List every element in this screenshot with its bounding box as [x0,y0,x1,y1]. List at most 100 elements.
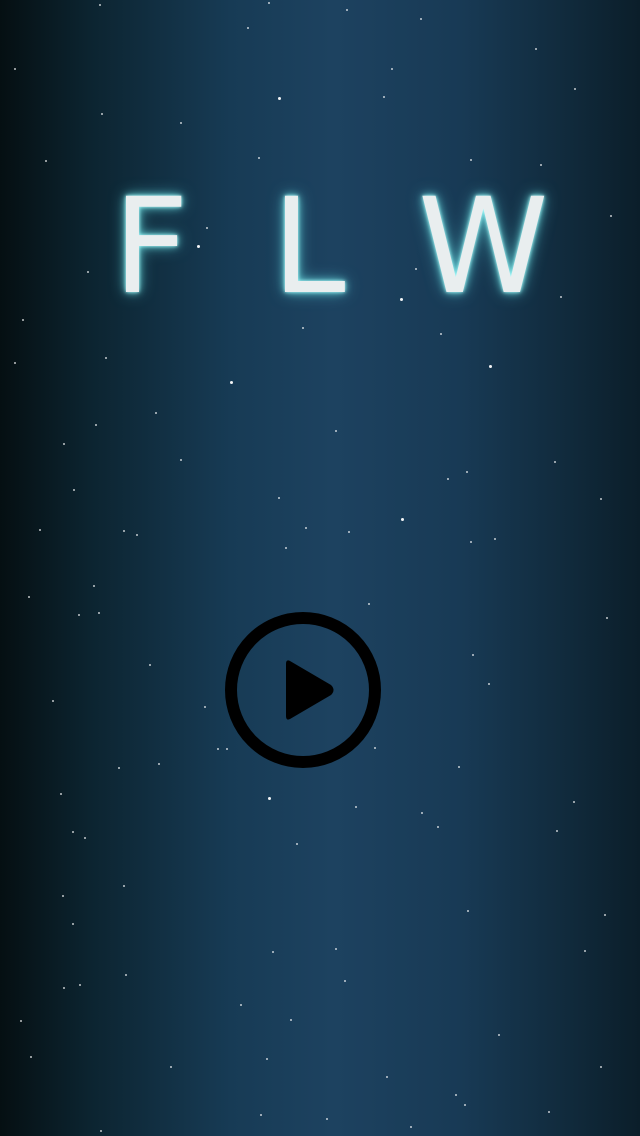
star [554,461,556,463]
star [368,603,370,605]
star [326,1118,328,1120]
star [305,527,307,529]
star [494,538,496,540]
star [421,812,423,814]
star [30,1056,32,1058]
star [247,27,249,29]
star [447,478,449,480]
star [84,837,86,839]
title-letter: F [113,170,189,324]
star [467,910,469,912]
star [606,617,608,619]
star [573,801,575,803]
star [498,1034,500,1036]
star [335,948,337,950]
star [118,767,120,769]
star [272,951,274,953]
star [93,585,95,587]
star [335,430,337,432]
star [348,531,350,533]
play-icon [225,612,381,768]
star [285,547,287,549]
star [158,763,160,765]
star [410,1126,412,1128]
star [437,826,439,828]
play-button[interactable] [223,610,383,770]
star [52,700,54,702]
star [290,1019,292,1021]
star [302,327,304,329]
star [95,424,97,426]
star [548,1111,550,1113]
star [258,157,260,159]
star [401,518,404,521]
star [600,498,602,500]
star [155,412,157,414]
star [472,654,474,656]
star [20,1020,22,1022]
star [540,164,542,166]
star [584,950,586,952]
star [123,530,125,532]
star [556,830,558,832]
star [99,4,101,6]
star [100,1130,102,1132]
star [149,664,151,666]
star [266,1058,268,1060]
star [386,1076,388,1078]
star [170,1066,172,1068]
star [346,9,348,11]
star [455,1094,457,1096]
star [466,471,468,473]
star [230,381,233,384]
star [63,443,65,445]
star [470,541,472,543]
title-letter: L [272,170,346,324]
star [420,18,422,20]
star [278,497,280,499]
star [383,96,385,98]
star [458,766,460,768]
star [268,2,270,4]
star [101,113,103,115]
star [45,160,47,162]
title-letter: W [418,170,549,324]
star [72,831,74,833]
star [180,122,182,124]
star [78,614,80,616]
star [268,797,271,800]
star [464,1104,466,1106]
star [123,885,125,887]
star [574,88,576,90]
star [79,984,81,986]
star [63,987,65,989]
star [98,612,100,614]
star [488,683,490,685]
star [28,596,30,598]
star [240,1004,242,1006]
star [604,914,606,916]
star [204,706,206,708]
star [391,68,393,70]
star [296,843,298,845]
star [22,319,24,321]
star [344,980,346,982]
star [73,489,75,491]
star [217,748,219,750]
star [60,793,62,795]
game-title: F L W [0,170,640,324]
star [278,97,281,100]
star [136,534,138,536]
star [260,1114,262,1116]
star [600,1066,602,1068]
star [125,974,127,976]
star [14,68,16,70]
star [470,159,472,161]
star [489,365,492,368]
star [355,806,357,808]
star [105,357,107,359]
star [72,923,74,925]
star [14,362,16,364]
star [39,529,41,531]
star [440,333,442,335]
